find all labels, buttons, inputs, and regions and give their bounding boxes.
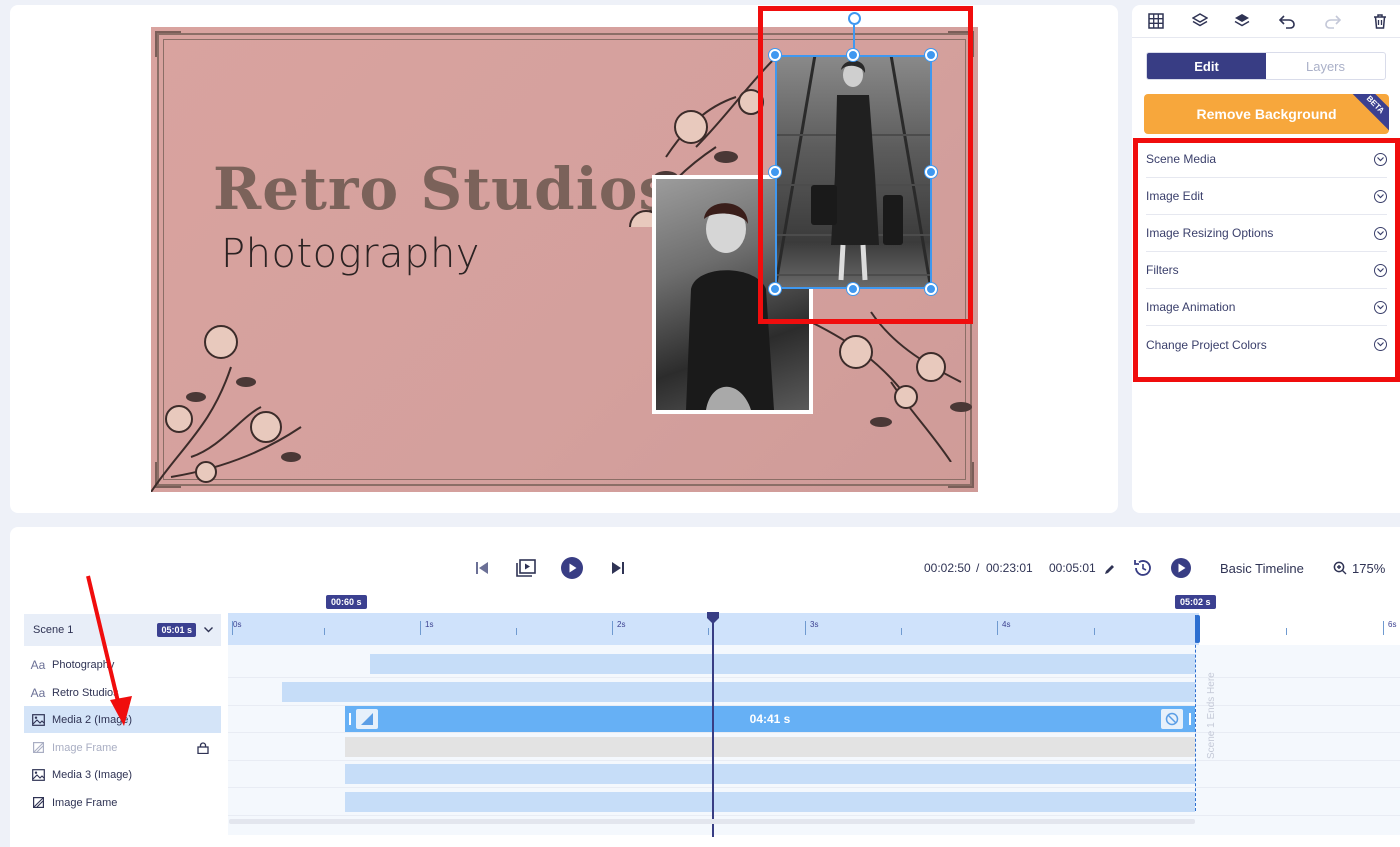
layers-up-icon[interactable] [1232, 11, 1252, 31]
ruler-tick [708, 628, 709, 635]
media-2-duration: 04:41 s [749, 712, 791, 726]
frame-icon [24, 742, 52, 753]
frame-icon [24, 797, 52, 808]
slide-title[interactable]: Retro Studios [213, 155, 672, 223]
pencil-icon[interactable] [1102, 559, 1116, 579]
timeline-panel: 00:02:50 / 00:23:01 00:05:01 Basic Timel… [10, 527, 1400, 847]
zoom-icon[interactable] [1332, 558, 1348, 578]
timeline-mode[interactable]: Basic Timeline [1220, 561, 1304, 576]
track-bar-media-2[interactable]: 04:41 s [345, 706, 1195, 732]
time-separator: / [976, 561, 980, 575]
track-bar-image-frame-locked [345, 737, 1195, 757]
corner-ornament-br [948, 462, 974, 488]
start-time-badge: 00:60 s [326, 595, 367, 609]
layer-media-3[interactable]: Media 3 (Image) [24, 761, 221, 788]
current-time: 00:02:50 [924, 561, 971, 575]
row-divider [228, 677, 1400, 678]
ruler-tick [232, 621, 233, 635]
row-divider [228, 815, 1400, 816]
row-divider [228, 732, 1400, 733]
ruler-tick [901, 628, 902, 635]
skip-start-icon[interactable] [472, 558, 492, 578]
ruler-label: 3s [810, 620, 819, 629]
ruler-tick [1383, 621, 1384, 635]
total-time: 00:23:01 [986, 561, 1033, 575]
ruler-overflow [1199, 613, 1400, 645]
layer-label: Media 3 (Image) [52, 768, 133, 781]
ruler-label: 6s [1388, 620, 1397, 629]
ruler-label: 1s [425, 620, 434, 629]
trash-icon[interactable] [1370, 11, 1390, 31]
play-icon[interactable] [560, 557, 584, 579]
text-icon: Aa [30, 657, 46, 672]
corner-ornament-tl [155, 31, 181, 57]
track-bar-photography[interactable] [370, 654, 1195, 674]
remove-background-label: Remove Background [1196, 106, 1337, 122]
transition-out-icon[interactable] [1161, 709, 1183, 729]
ruler-tick [1286, 628, 1287, 635]
redo-icon[interactable] [1323, 11, 1343, 31]
panel-toolbar [1132, 5, 1400, 38]
layers-down-icon[interactable] [1190, 11, 1210, 31]
highlight-accordion [1133, 138, 1400, 382]
layer-label: Image Frame [52, 796, 118, 809]
scene-end-label: Scene 1 Ends Here [1206, 672, 1217, 759]
chevron-down-icon[interactable] [204, 627, 213, 633]
layer-image-frame[interactable]: Image Frame [24, 789, 221, 816]
ruler-tick [612, 621, 613, 635]
timeline-scrollbar[interactable] [229, 819, 1195, 824]
tab-layers[interactable]: Layers [1266, 53, 1385, 79]
scene-end-handle[interactable] [1195, 615, 1200, 643]
panel-tabs: Edit Layers [1146, 52, 1386, 80]
ruler-label: 0s [233, 620, 242, 629]
playhead-line[interactable] [712, 615, 714, 837]
remove-background-button[interactable]: Remove Background BETA [1144, 94, 1389, 134]
ruler-tick [1094, 628, 1095, 635]
grid-icon[interactable] [1146, 11, 1166, 31]
track-bar-media-3[interactable] [345, 764, 1195, 784]
scene-end-line [1195, 615, 1196, 811]
skip-end-icon[interactable] [608, 558, 628, 578]
floral-bottom-left [151, 325, 302, 492]
image-icon [24, 768, 52, 781]
annotation-arrow [86, 575, 132, 726]
ruler-label: 4s [1002, 620, 1011, 629]
ruler-label: 2s [617, 620, 626, 629]
slide-subtitle[interactable]: Photography [221, 231, 480, 277]
ruler-tick [420, 621, 421, 635]
trim-handle-right[interactable] [1189, 713, 1191, 725]
row-divider [228, 760, 1400, 761]
voiceover-play-icon[interactable] [1170, 558, 1192, 578]
beta-badge: BETA [1346, 94, 1389, 134]
ruler-tick [805, 621, 806, 635]
undo-icon[interactable] [1277, 11, 1297, 31]
image-icon [24, 713, 52, 726]
layer-label: Image Frame [52, 741, 118, 754]
layer-image-frame-locked[interactable]: Image Frame [24, 734, 221, 761]
floral-bottom-right [811, 311, 972, 462]
lock-icon[interactable] [197, 741, 209, 754]
track-bar-image-frame[interactable] [345, 792, 1195, 812]
track-bar-retro-studios[interactable] [282, 682, 1195, 702]
text-icon: Aa [30, 685, 46, 700]
scene-duration: 00:05:01 [1049, 561, 1096, 575]
end-time-badge: 05:02 s [1175, 595, 1216, 609]
ruler-tick [997, 621, 998, 635]
row-divider [228, 787, 1400, 788]
ruler-tick [516, 628, 517, 635]
scene-duration-badge: 05:01 s [157, 623, 196, 637]
preview-scene-icon[interactable] [515, 558, 537, 578]
ruler-tick [324, 628, 325, 635]
history-icon[interactable] [1132, 558, 1154, 578]
zoom-level[interactable]: 175% [1352, 561, 1385, 576]
tab-edit[interactable]: Edit [1147, 53, 1266, 79]
highlight-selected-image [758, 6, 973, 324]
